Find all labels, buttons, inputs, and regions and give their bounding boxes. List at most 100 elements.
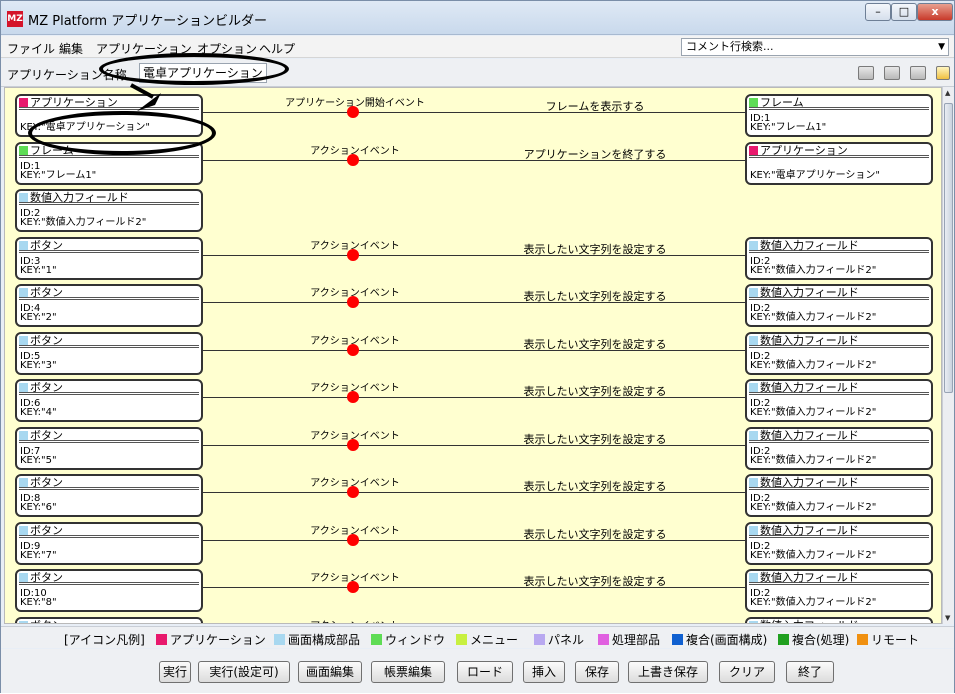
toolbar-new-icon[interactable] [936, 66, 950, 80]
clear-button[interactable]: クリア [719, 661, 775, 683]
target-type-icon [749, 525, 758, 535]
target-component-key: KEY:"数値入力フィールド2" [750, 407, 877, 418]
target-component-box[interactable]: 数値入力フィールド ID:2 KEY:"数値入力フィールド2" [745, 426, 933, 470]
action-label: 表示したい文字列を設定する [523, 385, 667, 398]
target-component-box[interactable]: 数値入力フィールド ID:2 KEY:"数値入力フィールド2" [745, 474, 933, 517]
target-component-header: 数値入力フィールド [749, 334, 929, 348]
source-component-box[interactable]: ボタン ID:10 KEY:"8" [15, 569, 203, 612]
source-component-box[interactable]: 数値入力フィールド ID:2 KEY:"数値入力フィールド2" [15, 189, 203, 232]
action-label: 表示したい文字列を設定する [523, 337, 667, 351]
legend-item: 処理部品 [598, 631, 660, 648]
source-component-title: ボタン [30, 381, 63, 394]
source-component-box[interactable]: ボタン ID:5 KEY:"3" [15, 331, 203, 375]
source-component-title: ボタン [30, 428, 63, 442]
toolbar-image-icon-1[interactable] [858, 66, 874, 80]
legend-label: 複合(処理) [792, 633, 850, 647]
event-dot[interactable] [347, 533, 359, 546]
menu-help[interactable]: ヘルプ [259, 40, 295, 57]
annotation-circle-name [99, 53, 289, 85]
event-dot[interactable] [347, 248, 359, 261]
source-component-key: KEY:"4" [20, 407, 57, 418]
close-button[interactable]: x [917, 3, 953, 21]
source-component-box[interactable]: ボタン ID:6 KEY:"4" [15, 379, 203, 422]
scroll-thumb[interactable] [944, 103, 953, 393]
event-label: アクションイベント [275, 617, 435, 624]
app-window: MZ MZ Platform アプリケーションビルダー – □ x ファイル 編… [0, 0, 955, 693]
insert-button[interactable]: 挿入 [523, 661, 565, 683]
toolbar-folder-icon[interactable] [910, 66, 926, 80]
event-dot[interactable] [347, 391, 359, 403]
comment-search-combo[interactable]: コメント行検索... ▼ [681, 38, 949, 56]
action-label: 表示したい文字列を設定する [523, 527, 667, 541]
target-component-title: 数値入力フィールド [760, 523, 859, 537]
source-component-box[interactable]: ボタン ID:4 KEY:"2" [15, 284, 203, 327]
event-dot[interactable] [347, 438, 359, 451]
target-component-box[interactable]: 数値入力フィールド [745, 616, 933, 623]
legend-title: [アイコン凡例] [64, 633, 145, 647]
target-component-title: フレーム [760, 96, 804, 109]
target-type-icon [749, 478, 758, 487]
menu-file[interactable]: ファイル [7, 40, 55, 57]
target-component-box[interactable]: 数値入力フィールド ID:2 KEY:"数値入力フィールド2" [745, 521, 933, 565]
target-component-key: KEY:"数値入力フィールド2" [750, 502, 877, 513]
load-button[interactable]: ロード [457, 661, 513, 683]
connection-row: ボタン ID:8 KEY:"6" アクションイベント 表示したい文字列を設定する 数値入力… [5, 474, 941, 522]
event-dot[interactable] [347, 486, 359, 498]
event-dot[interactable] [347, 343, 359, 356]
app-logo-icon: MZ [7, 11, 23, 27]
target-component-key: KEY:"電卓アプリケーション" [750, 169, 881, 181]
run-button[interactable]: 実行 [159, 661, 191, 683]
target-component-header: 数値入力フィールド [749, 429, 929, 443]
maximize-button[interactable]: □ [891, 3, 917, 21]
target-component-box[interactable]: 数値入力フィールド ID:2 KEY:"数値入力フィールド2" [745, 331, 933, 375]
target-component-box[interactable]: アプリケーション KEY:"電卓アプリケーション" [745, 141, 933, 185]
source-component-header: アプリケーション [19, 97, 199, 110]
target-component-box[interactable]: 数値入力フィールド ID:2 KEY:"数値入力フィールド2" [745, 379, 933, 422]
target-type-icon [749, 620, 758, 623]
legend-item: メニュー [456, 631, 518, 648]
source-component-box[interactable]: ボタン ID:8 KEY:"6" [15, 474, 203, 517]
vertical-scrollbar[interactable]: ▲ ▼ [942, 87, 954, 624]
connection-row: ボタン ID:4 KEY:"2" アクションイベント 表示したい文字列を設定する 数値入力… [5, 284, 941, 332]
event-dot[interactable] [347, 296, 359, 308]
toolbar-image-icon-2[interactable] [884, 66, 900, 80]
annotation-circle-key [28, 111, 216, 155]
source-component-header: ボタン [19, 524, 199, 538]
save-button[interactable]: 保存 [575, 661, 619, 683]
target-component-box[interactable]: 数値入力フィールド ID:2 KEY:"数値入力フィールド2" [745, 284, 933, 327]
form-edit-button[interactable]: 帳票編集 [371, 661, 445, 683]
scroll-up-icon[interactable]: ▲ [945, 89, 950, 97]
target-component-box[interactable]: フレーム ID:1 KEY:"フレーム1" [745, 94, 933, 137]
target-component-title: 数値入力フィールド [760, 476, 859, 489]
legend-item: 複合(画面構成) [672, 631, 767, 648]
event-dot[interactable] [347, 581, 359, 593]
target-type-icon [749, 335, 758, 345]
event-dot[interactable] [347, 106, 359, 118]
menu-edit[interactable]: 編集 [59, 40, 83, 57]
target-type-icon [749, 383, 758, 392]
target-component-key: KEY:"数値入力フィールド2" [750, 312, 877, 323]
minimize-button[interactable]: – [865, 3, 891, 21]
connection-row: ボタン ID:5 KEY:"3" アクションイベント 表示したい文字列を設定する 数値入力… [5, 331, 941, 380]
source-component-box[interactable]: ボタン ID:7 KEY:"5" [15, 426, 203, 470]
source-component-box[interactable]: ボタン ID:3 KEY:"1" [15, 236, 203, 280]
event-dot[interactable] [347, 153, 359, 166]
target-component-box[interactable]: 数値入力フィールド ID:2 KEY:"数値入力フィールド2" [745, 569, 933, 612]
source-component-box[interactable]: ボタン [15, 616, 203, 623]
run-configurable-button[interactable]: 実行(設定可) [198, 661, 290, 683]
dropdown-arrow-icon[interactable]: ▼ [938, 39, 945, 55]
target-component-title: アプリケーション [760, 143, 848, 157]
source-component-box[interactable]: ボタン ID:9 KEY:"7" [15, 521, 203, 565]
scroll-down-icon[interactable]: ▼ [945, 614, 950, 622]
source-component-key: KEY:"3" [20, 359, 57, 371]
action-label: アプリケーションを終了する [523, 147, 667, 161]
overwrite-save-button[interactable]: 上書き保存 [628, 661, 708, 683]
target-component-key: KEY:"数値入力フィールド2" [750, 597, 877, 608]
target-component-box[interactable]: 数値入力フィールド ID:2 KEY:"数値入力フィールド2" [745, 236, 933, 280]
source-component-header: ボタン [19, 572, 199, 585]
screen-edit-button[interactable]: 画面編集 [298, 661, 362, 683]
exit-button[interactable]: 終了 [786, 661, 834, 683]
source-component-header: ボタン [19, 382, 199, 395]
source-type-icon [19, 240, 28, 250]
source-type-icon [19, 335, 28, 345]
